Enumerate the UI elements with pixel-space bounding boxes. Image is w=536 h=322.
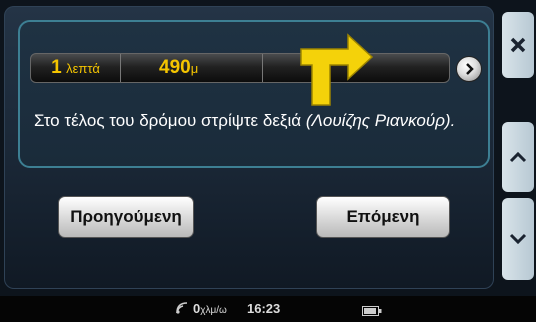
close-button[interactable] [502,12,534,78]
clock: 16:23 [247,301,281,316]
distance-to-turn: 490μ [121,54,263,82]
time-value: 1 [51,57,62,78]
battery-icon [362,304,382,319]
chevron-up-icon [509,151,527,163]
status-bar: 0χλμ/ω 16:23 [0,296,536,322]
distance-unit: μ [190,61,199,76]
scroll-up-button[interactable] [502,122,534,192]
scroll-down-button[interactable] [502,198,534,280]
previous-button[interactable]: Προηγούμενη [58,196,194,238]
turn-right-arrow-icon [300,33,374,106]
instruction-text: Στο τέλος του δρόμου στρίψτε δεξιά [34,111,302,130]
instruction-street: (Λουίζης Ριανκούρ). [305,111,456,130]
speed-readout: 0χλμ/ω [193,301,227,316]
chevron-down-icon [509,233,527,245]
navigation-screen: 1 λεπτά 490μ Στο τέλος του δρόμου στρίψτ… [0,0,536,322]
time-remaining: 1 λεπτά [31,54,121,82]
time-unit: λεπτά [66,61,100,76]
turn-instruction: Στο τέλος του δρόμου στρίψτε δεξιά (Λουί… [34,110,474,131]
close-icon [510,37,526,53]
next-instruction-icon[interactable] [456,56,482,82]
distance-value: 490 [159,57,191,78]
gps-signal-icon [175,301,189,318]
speed-unit: χλμ/ω [200,305,227,316]
next-button[interactable]: Επόμενη [316,196,450,238]
instruction-panel [18,20,490,168]
route-info-bar: 1 λεπτά 490μ [30,53,450,83]
